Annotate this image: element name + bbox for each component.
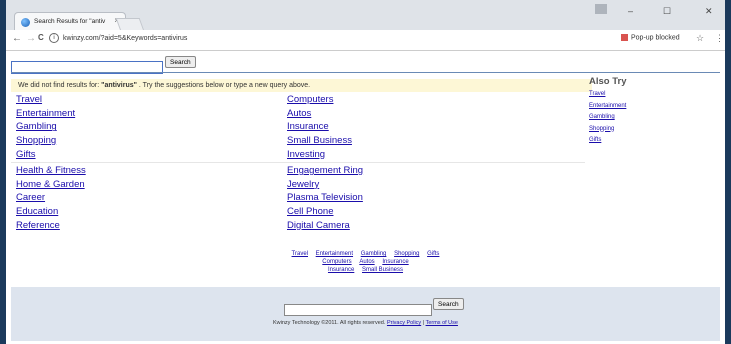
footer-search-form: Search — [284, 298, 464, 316]
no-results-notice: We did not find results for: "antivirus"… — [11, 79, 592, 92]
tab-search-results[interactable]: Search Results for "antiv × — [14, 12, 126, 31]
link-computers[interactable]: Computers — [287, 93, 352, 107]
tab-strip: Search Results for "antiv × – ☐ ✕ — [6, 0, 725, 31]
links-divider — [11, 162, 585, 163]
bottom-link-small-business[interactable]: Small Business — [362, 267, 403, 273]
right-links-group-1: Computers Autos Insurance Small Business… — [287, 93, 352, 161]
minimize-button[interactable]: – — [628, 6, 633, 16]
link-reference[interactable]: Reference — [16, 219, 86, 233]
bottom-link-insurance-2[interactable]: Insurance — [328, 267, 354, 273]
bottom-links-row-3: Insurance Small Business — [6, 266, 725, 274]
link-cell-phone[interactable]: Cell Phone — [287, 205, 363, 219]
browser-menu-icon[interactable]: ⋮ — [715, 33, 724, 44]
bottom-link-entertainment[interactable]: Entertainment — [316, 251, 353, 257]
link-small-business[interactable]: Small Business — [287, 134, 352, 148]
left-links-group-1: Travel Entertainment Gambling Shopping G… — [16, 93, 75, 161]
terms-of-use-link[interactable]: Terms of Use — [426, 320, 458, 326]
maximize-button[interactable]: ☐ — [663, 6, 671, 17]
popup-blocked-icon — [621, 34, 628, 41]
close-window-button[interactable]: ✕ — [705, 6, 713, 17]
page-content: Search We did not find results for: "ant… — [6, 51, 725, 344]
browser-window: Search Results for "antiv × – ☐ ✕ ← → C … — [6, 0, 725, 344]
bottom-link-computers[interactable]: Computers — [322, 259, 351, 265]
link-gifts[interactable]: Gifts — [16, 148, 75, 162]
also-try-link-travel[interactable]: Travel — [589, 89, 719, 101]
address-bar-row: ← → C i kwinzy.com/?aid=5&Keywords=antivi… — [6, 30, 725, 51]
tab-title: Search Results for "antiv — [34, 18, 106, 25]
copyright-text: Kwinzy Technology ©2011. All rights rese… — [273, 320, 387, 326]
popup-blocked-label: Pop-up blocked — [631, 34, 680, 42]
link-entertainment[interactable]: Entertainment — [16, 107, 75, 121]
also-try-link-gifts[interactable]: Gifts — [589, 135, 719, 147]
privacy-policy-link[interactable]: Privacy Policy — [387, 320, 421, 326]
url-field[interactable]: i kwinzy.com/?aid=5&Keywords=antivirus — [49, 33, 187, 43]
footer-search-input[interactable] — [284, 303, 432, 316]
bottom-link-gifts[interactable]: Gifts — [427, 251, 439, 257]
bottom-links: Travel Entertainment Gambling Shopping G… — [6, 250, 725, 274]
search-button[interactable]: Search — [165, 56, 196, 68]
link-digital-camera[interactable]: Digital Camera — [287, 219, 363, 233]
link-travel[interactable]: Travel — [16, 93, 75, 107]
link-health-fitness[interactable]: Health & Fitness — [16, 164, 86, 178]
also-try-link-entertainment[interactable]: Entertainment — [589, 101, 719, 113]
footer-copyright: Kwinzy Technology ©2011. All rights rese… — [11, 320, 720, 326]
url-text: kwinzy.com/?aid=5&Keywords=antivirus — [63, 34, 188, 42]
link-shopping[interactable]: Shopping — [16, 134, 75, 148]
bottom-link-insurance[interactable]: Insurance — [382, 259, 408, 265]
header-divider — [11, 72, 720, 73]
footer-search-button[interactable]: Search — [433, 298, 464, 310]
forward-icon[interactable]: → — [26, 33, 36, 44]
notice-query: "antivirus" — [101, 82, 137, 89]
bottom-links-row-2: Computers Autos Insurance — [6, 258, 725, 266]
globe-icon — [21, 18, 30, 27]
link-education[interactable]: Education — [16, 205, 86, 219]
bottom-link-shopping[interactable]: Shopping — [394, 251, 419, 257]
info-icon[interactable]: i — [49, 33, 59, 43]
bookmark-star-icon[interactable]: ☆ — [696, 33, 704, 44]
also-try-link-gambling[interactable]: Gambling — [589, 112, 719, 124]
bottom-link-gambling[interactable]: Gambling — [361, 251, 387, 257]
link-autos[interactable]: Autos — [287, 107, 352, 121]
link-career[interactable]: Career — [16, 191, 86, 205]
link-investing[interactable]: Investing — [287, 148, 352, 162]
reload-icon[interactable]: C — [38, 33, 44, 42]
also-try-link-shopping[interactable]: Shopping — [589, 124, 719, 136]
right-links-group-2: Engagement Ring Jewelry Plasma Televisio… — [287, 164, 363, 232]
link-home-garden[interactable]: Home & Garden — [16, 178, 86, 192]
left-links-group-2: Health & Fitness Home & Garden Career Ed… — [16, 164, 86, 232]
also-try-panel: Also Try Travel Entertainment Gambling S… — [589, 76, 719, 147]
link-plasma-television[interactable]: Plasma Television — [287, 191, 363, 205]
bottom-links-row-1: Travel Entertainment Gambling Shopping G… — [6, 250, 725, 258]
link-insurance[interactable]: Insurance — [287, 120, 352, 134]
popup-blocked-indicator[interactable]: Pop-up blocked — [621, 34, 680, 41]
link-gambling[interactable]: Gambling — [16, 120, 75, 134]
notice-prefix: We did not find results for: — [18, 82, 102, 89]
bottom-link-travel[interactable]: Travel — [292, 251, 308, 257]
link-engagement-ring[interactable]: Engagement Ring — [287, 164, 363, 178]
link-jewelry[interactable]: Jewelry — [287, 178, 363, 192]
back-icon[interactable]: ← — [12, 33, 22, 44]
notice-suffix: . Try the suggestions below or type a ne… — [136, 82, 311, 89]
profile-icon[interactable] — [595, 4, 607, 14]
bottom-link-autos[interactable]: Autos — [359, 259, 374, 265]
footer: Search Kwinzy Technology ©2011. All righ… — [11, 287, 720, 341]
also-try-heading: Also Try — [589, 76, 627, 87]
